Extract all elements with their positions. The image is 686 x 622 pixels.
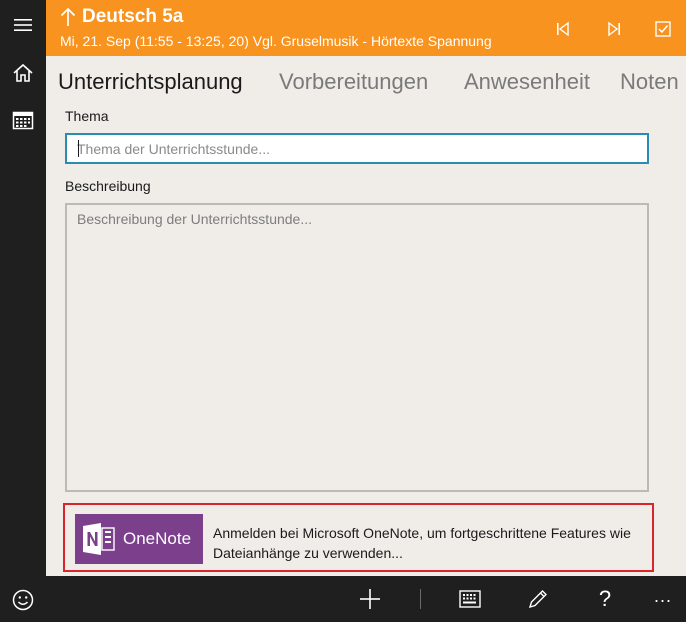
toolbar-separator	[420, 589, 421, 609]
topic-label: Thema	[65, 108, 109, 124]
previous-lesson-button[interactable]	[548, 14, 578, 44]
calendar-icon	[12, 111, 34, 130]
skip-previous-icon	[557, 21, 569, 37]
hamburger-menu-button[interactable]	[0, 2, 46, 48]
keyboard-button[interactable]	[453, 582, 487, 616]
left-rail	[0, 0, 46, 622]
skip-next-icon	[608, 21, 620, 37]
add-button[interactable]	[353, 582, 387, 616]
tab-vorbereitungen[interactable]: Vorbereitungen	[279, 69, 428, 95]
feedback-button[interactable]	[0, 577, 46, 622]
keyboard-icon	[459, 590, 481, 608]
checkbox-checked-icon	[655, 21, 671, 37]
lesson-subtitle: Mi, 21. Sep (11:55 - 13:25, 20) Vgl. Gru…	[60, 33, 492, 49]
calendar-button[interactable]	[0, 97, 46, 143]
plus-icon	[360, 589, 380, 609]
next-lesson-button[interactable]	[599, 14, 629, 44]
onenote-signin-banner[interactable]: OneNote Anmelden bei Microsoft OneNote, …	[63, 503, 654, 572]
description-textarea[interactable]	[65, 203, 649, 492]
onenote-logo-text: OneNote	[123, 529, 192, 548]
description-label: Beschreibung	[65, 178, 151, 194]
tab-noten[interactable]: Noten	[620, 69, 679, 95]
edit-button[interactable]	[521, 582, 555, 616]
tab-anwesenheit[interactable]: Anwesenheit	[464, 69, 590, 95]
smiley-icon	[12, 589, 34, 611]
more-icon: ...	[653, 586, 672, 606]
complete-lesson-button[interactable]	[648, 14, 678, 44]
arrow-up-icon	[60, 7, 76, 27]
lesson-header: Deutsch 5a Mi, 21. Sep (11:55 - 13:25, 2…	[46, 0, 686, 56]
tab-unterrichtsplanung[interactable]: Unterrichtsplanung	[58, 69, 243, 95]
course-title: Deutsch 5a	[82, 6, 184, 27]
tab-bar: Unterrichtsplanung Vorbereitungen Anwese…	[46, 56, 686, 106]
help-icon: ?	[598, 586, 612, 611]
onenote-icon	[81, 522, 117, 556]
hamburger-icon	[14, 19, 32, 31]
help-button[interactable]: ?	[588, 582, 622, 616]
bottom-app-bar: ? ...	[46, 576, 686, 622]
topic-input[interactable]	[65, 133, 649, 164]
home-icon	[13, 63, 33, 82]
text-caret	[78, 140, 79, 157]
pencil-icon	[528, 590, 547, 609]
onenote-logo: OneNote	[75, 514, 203, 564]
header-title-row[interactable]: Deutsch 5a	[60, 6, 183, 28]
home-button[interactable]	[0, 50, 46, 96]
onenote-message: Anmelden bei Microsoft OneNote, um fortg…	[213, 525, 631, 561]
more-options-button[interactable]: ...	[646, 582, 680, 616]
